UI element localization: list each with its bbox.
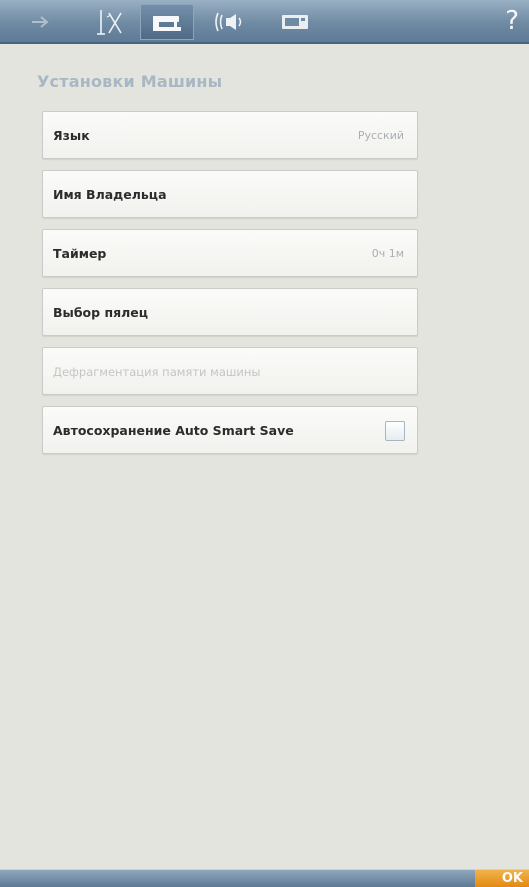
setting-hoop-selection[interactable]: Выбор пялец <box>42 288 418 336</box>
ok-button[interactable]: OK <box>475 870 529 887</box>
setting-timer[interactable]: Таймер 0ч 1м <box>42 229 418 277</box>
tab-arrow[interactable] <box>18 4 64 40</box>
tab-sound[interactable] <box>204 4 256 40</box>
setting-auto-smart-save[interactable]: Автосохранение Auto Smart Save <box>42 406 418 454</box>
screen-icon <box>280 12 310 32</box>
bottom-bar: OK <box>0 869 529 887</box>
setting-owner-name[interactable]: Имя Владельца <box>42 170 418 218</box>
settings-list: Язык Русский Имя Владельца Таймер 0ч 1м … <box>42 111 418 465</box>
tab-screen[interactable] <box>268 4 322 40</box>
page-title: Установки Машины <box>37 72 223 91</box>
setting-language[interactable]: Язык Русский <box>42 111 418 159</box>
top-tab-bar: ? <box>0 0 529 44</box>
help-button[interactable]: ? <box>505 3 519 39</box>
auto-save-checkbox[interactable] <box>385 421 405 441</box>
setting-label: Автосохранение Auto Smart Save <box>53 423 294 438</box>
arrow-icon <box>29 13 53 31</box>
setting-label: Дефрагментация памяти машины <box>53 365 261 379</box>
tab-sewing-machine[interactable] <box>140 4 194 40</box>
setting-label: Таймер <box>53 246 107 261</box>
tab-presser-foot[interactable] <box>86 4 136 40</box>
setting-value: 0ч 1м <box>371 247 404 260</box>
sound-icon <box>212 9 248 35</box>
setting-label: Язык <box>53 128 90 143</box>
presser-foot-icon <box>93 7 129 37</box>
setting-value: Русский <box>357 129 404 142</box>
setting-memory-defrag: Дефрагментация памяти машины <box>42 347 418 395</box>
sewing-machine-icon <box>150 11 184 33</box>
setting-label: Имя Владельца <box>53 187 167 202</box>
setting-label: Выбор пялец <box>53 305 149 320</box>
